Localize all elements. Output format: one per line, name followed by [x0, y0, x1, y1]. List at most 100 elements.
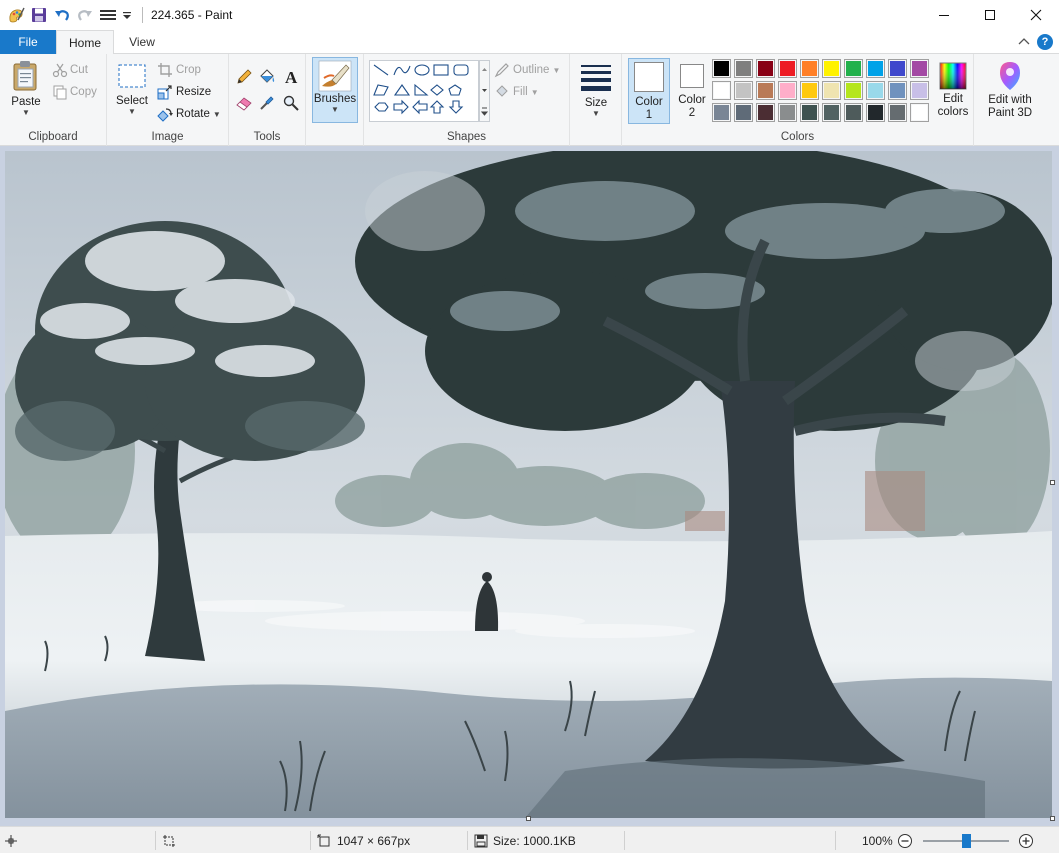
- palette-swatch[interactable]: [844, 103, 863, 122]
- color1-button[interactable]: Color 1: [628, 58, 670, 124]
- quick-access-menu-icon[interactable]: [98, 5, 118, 25]
- customize-toolbar-icon[interactable]: [121, 5, 133, 25]
- palette-swatch-fill: [912, 61, 927, 76]
- help-icon[interactable]: ?: [1037, 34, 1053, 50]
- edit-with-paint3d-button[interactable]: Edit with Paint 3D: [982, 58, 1038, 124]
- palette-swatch[interactable]: [712, 81, 731, 100]
- copy-button[interactable]: Copy: [52, 84, 97, 100]
- crop-button[interactable]: Crop: [157, 62, 201, 78]
- shapes-gallery[interactable]: [369, 60, 479, 122]
- tab-file[interactable]: File: [0, 30, 56, 54]
- fill-tool[interactable]: [258, 68, 276, 86]
- palette-swatch-fill: [824, 61, 839, 76]
- palette-swatch[interactable]: [822, 81, 841, 100]
- fill-dropdown-icon[interactable]: ▼: [531, 88, 539, 97]
- palette-swatch[interactable]: [910, 59, 929, 78]
- palette-swatch[interactable]: [712, 103, 731, 122]
- palette-swatch[interactable]: [756, 81, 775, 100]
- shapes-scroll[interactable]: [479, 60, 490, 122]
- magnifier-icon: [283, 95, 299, 111]
- palette-swatch[interactable]: [756, 59, 775, 78]
- palette-swatch[interactable]: [910, 103, 929, 122]
- tab-home[interactable]: Home: [56, 30, 114, 55]
- palette-swatch[interactable]: [844, 81, 863, 100]
- zoom-in-button[interactable]: [1018, 827, 1034, 853]
- zoom-out-button[interactable]: [897, 827, 913, 853]
- magnifier-tool[interactable]: [282, 94, 300, 112]
- pencil-tool[interactable]: [235, 68, 253, 86]
- palette-swatch[interactable]: [888, 103, 907, 122]
- shapes-gallery-icons: [373, 64, 469, 115]
- color-picker-tool[interactable]: [258, 94, 276, 112]
- palette-swatch-fill: [780, 105, 795, 120]
- canvas-resize-handle-bottom[interactable]: [526, 816, 531, 821]
- eraser-tool[interactable]: [235, 94, 253, 112]
- canvas-workspace[interactable]: [0, 146, 1059, 826]
- tools-group: A Tools: [229, 54, 306, 146]
- palette-swatch[interactable]: [822, 59, 841, 78]
- palette-swatch-fill: [912, 83, 927, 98]
- text-tool[interactable]: A: [282, 68, 300, 86]
- palette-swatch-fill: [802, 61, 817, 76]
- canvas-resize-handle-corner[interactable]: [1050, 816, 1055, 821]
- palette-swatch[interactable]: [778, 59, 797, 78]
- drawing-canvas[interactable]: [5, 151, 1052, 818]
- palette-swatch[interactable]: [734, 81, 753, 100]
- size-dropdown-icon[interactable]: ▼: [575, 109, 617, 118]
- palette-swatch[interactable]: [712, 59, 731, 78]
- image-dimensions-text: 1047 × 667px: [337, 833, 411, 848]
- undo-icon[interactable]: [52, 5, 72, 25]
- palette-swatch[interactable]: [800, 81, 819, 100]
- palette-swatch[interactable]: [778, 103, 797, 122]
- palette-swatch[interactable]: [756, 103, 775, 122]
- brushes-dropdown-icon[interactable]: ▼: [313, 105, 357, 114]
- outline-dropdown-icon[interactable]: ▼: [552, 66, 560, 75]
- palette-swatch[interactable]: [844, 59, 863, 78]
- brushes-button[interactable]: Brushes ▼: [312, 57, 358, 123]
- minimize-button[interactable]: [921, 0, 967, 30]
- palette-swatch[interactable]: [910, 81, 929, 100]
- close-button[interactable]: [1013, 0, 1059, 30]
- palette-swatch[interactable]: [800, 59, 819, 78]
- palette-swatch[interactable]: [734, 103, 753, 122]
- palette-swatch[interactable]: [866, 81, 885, 100]
- paste-dropdown-icon[interactable]: ▼: [6, 108, 46, 117]
- rotate-label: Rotate: [176, 108, 210, 120]
- cut-button[interactable]: Cut: [52, 62, 88, 78]
- palette-swatch[interactable]: [888, 59, 907, 78]
- status-divider: [310, 831, 311, 850]
- size-button[interactable]: Size ▼: [575, 58, 617, 122]
- paste-button[interactable]: Paste ▼: [6, 58, 46, 122]
- palette-swatch[interactable]: [778, 81, 797, 100]
- select-button[interactable]: Select ▼: [111, 58, 153, 122]
- canvas-resize-handle-right[interactable]: [1050, 480, 1055, 485]
- palette-swatch[interactable]: [800, 103, 819, 122]
- select-dropdown-icon[interactable]: ▼: [111, 107, 153, 116]
- save-icon[interactable]: [29, 5, 49, 25]
- zoom-slider[interactable]: [923, 834, 1009, 848]
- edit-colors-button[interactable]: Edit colors: [934, 58, 972, 124]
- paint-app-icon[interactable]: [6, 5, 26, 25]
- window-title: 224.365 - Paint: [151, 8, 233, 22]
- quick-access-toolbar: [0, 0, 149, 30]
- ribbon: Paste ▼ Cut Copy Clipboard Select ▼ Crop…: [0, 54, 1059, 146]
- resize-button[interactable]: Resize: [157, 84, 211, 100]
- rotate-dropdown-icon[interactable]: ▼: [213, 110, 221, 119]
- crop-icon: [158, 63, 172, 77]
- color2-button[interactable]: Color 2: [672, 58, 712, 124]
- maximize-button[interactable]: [967, 0, 1013, 30]
- palette-swatch[interactable]: [888, 81, 907, 100]
- fill-button[interactable]: Fill ▼: [494, 84, 539, 100]
- scissors-icon: [52, 63, 68, 78]
- palette-swatch[interactable]: [866, 103, 885, 122]
- collapse-ribbon-icon[interactable]: [1017, 35, 1031, 49]
- zoom-slider-thumb[interactable]: [961, 834, 971, 848]
- palette-swatch[interactable]: [822, 103, 841, 122]
- palette-swatch[interactable]: [866, 59, 885, 78]
- svg-text:A: A: [285, 68, 298, 86]
- rotate-button[interactable]: Rotate ▼: [157, 106, 221, 122]
- tab-view[interactable]: View: [114, 30, 170, 54]
- tools-group-label: Tools: [253, 131, 281, 143]
- palette-swatch[interactable]: [734, 59, 753, 78]
- outline-button[interactable]: Outline ▼: [494, 62, 560, 78]
